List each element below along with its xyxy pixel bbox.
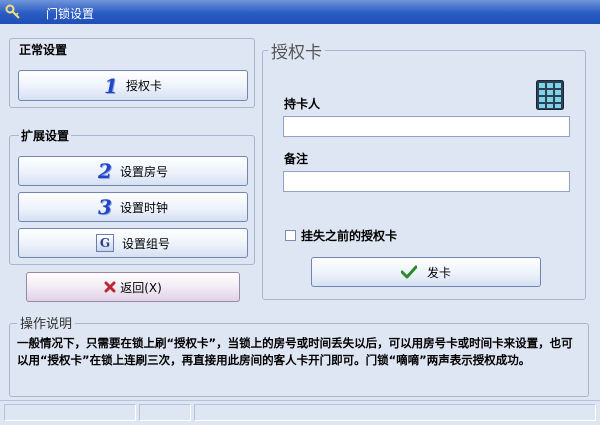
number-three-icon: 3 <box>98 195 112 219</box>
door-lock-settings-window: 门锁设置 正常设置 1 授权卡 扩展设置 2 设置房号 3 设置时钟 G 设置组… <box>0 0 600 425</box>
normal-settings-title: 正常设置 <box>19 43 68 57</box>
set-group-number-label: 设置组号 <box>121 236 170 251</box>
back-button[interactable]: 返回(X) <box>26 272 240 302</box>
set-room-number-button[interactable]: 2 设置房号 <box>18 156 248 186</box>
authorization-card-label: 授权卡 <box>125 79 162 93</box>
instructions-text: 一般情况下，只需要在锁上刷“授权卡”，当锁上的房号或时间丢失以后，可以用房号卡或… <box>17 336 573 367</box>
extended-settings-title: 扩展设置 <box>19 127 72 144</box>
group-g-icon: G <box>95 234 114 252</box>
status-cell-1 <box>4 404 136 421</box>
cardholder-input[interactable] <box>283 116 570 137</box>
set-clock-button[interactable]: 3 设置时钟 <box>18 192 248 222</box>
issue-card-label: 发卡 <box>426 265 451 280</box>
set-clock-label: 设置时钟 <box>119 200 168 215</box>
keypad-icon <box>536 80 564 110</box>
back-button-label: 返回(X) <box>120 280 162 295</box>
number-two-icon: 2 <box>98 159 112 183</box>
close-x-icon <box>104 281 116 293</box>
set-group-number-button[interactable]: G 设置组号 <box>18 228 248 258</box>
note-input[interactable] <box>283 171 570 192</box>
authorization-card-panel-title: 授权卡 <box>268 38 325 63</box>
key-icon <box>5 4 20 19</box>
checkmark-icon <box>400 265 417 279</box>
report-lost-checkbox[interactable] <box>285 230 296 241</box>
status-cell-2 <box>139 404 191 421</box>
set-room-number-label: 设置房号 <box>119 164 168 179</box>
status-cell-3 <box>194 404 596 421</box>
status-bar <box>0 400 600 425</box>
authorization-card-button[interactable]: 1 授权卡 <box>18 70 248 101</box>
window-title: 门锁设置 <box>46 7 95 21</box>
title-bar[interactable]: 门锁设置 <box>0 0 600 24</box>
cardholder-label: 持卡人 <box>284 97 321 111</box>
note-label: 备注 <box>284 152 309 166</box>
report-lost-label: 挂失之前的授权卡 <box>301 229 398 243</box>
issue-card-button[interactable]: 发卡 <box>311 257 541 287</box>
instructions-title: 操作说明 <box>17 313 76 332</box>
number-one-icon: 1 <box>104 73 118 98</box>
report-lost-checkbox-row[interactable]: 挂失之前的授权卡 <box>285 227 397 244</box>
